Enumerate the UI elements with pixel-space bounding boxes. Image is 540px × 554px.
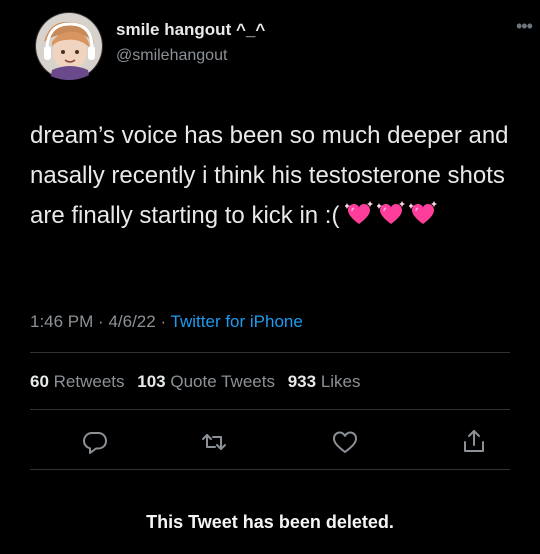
retweet-button[interactable] (199, 427, 229, 457)
likes-count: 933 (287, 372, 317, 391)
meta-separator: · (160, 312, 167, 331)
reply-icon (83, 432, 107, 454)
sparkling-heart-icon (345, 200, 374, 224)
display-name[interactable]: smile hangout ^_^ (116, 20, 265, 40)
reply-button[interactable] (80, 427, 110, 457)
tweet-stats: 60 Retweets 103 Quote Tweets 933 Likes (30, 372, 361, 392)
sparkling-heart-icon (409, 200, 438, 224)
share-button[interactable] (459, 427, 489, 457)
avatar[interactable] (30, 12, 108, 80)
deleted-notice: This Tweet has been deleted. (146, 512, 394, 532)
tweet-text: dream’s voice has been so much deeper an… (30, 116, 535, 236)
tweet-time[interactable]: 1:46 PM (30, 312, 93, 331)
quote-tweets-label: Quote Tweets (170, 372, 275, 391)
more-options-icon[interactable]: ••• (516, 16, 533, 37)
likes-stat[interactable]: 933 Likes (288, 372, 361, 391)
tweet-source-link[interactable]: Twitter for iPhone (171, 312, 303, 331)
likes-label: Likes (320, 372, 361, 391)
like-icon (333, 431, 357, 453)
tweet-meta: 1:46 PM · 4/6/22 · Twitter for iPhone (30, 312, 303, 332)
user-handle[interactable]: @smilehangout (116, 47, 227, 65)
heart-emoji-group (345, 200, 438, 228)
sparkling-heart-icon (377, 200, 406, 224)
meta-separator: · (98, 312, 104, 331)
retweets-stat[interactable]: 60 Retweets (30, 372, 125, 391)
tweet-date[interactable]: 4/6/22 (108, 312, 155, 331)
retweets-count: 60 (30, 372, 49, 391)
quote-tweets-stat[interactable]: 103 Quote Tweets (137, 372, 275, 391)
divider (30, 409, 510, 410)
divider (30, 469, 510, 470)
divider (30, 352, 510, 353)
like-button[interactable] (330, 427, 360, 457)
quote-tweets-count: 103 (137, 372, 166, 391)
share-icon (464, 430, 484, 452)
retweets-label: Retweets (53, 372, 125, 391)
retweet-icon (202, 434, 226, 450)
